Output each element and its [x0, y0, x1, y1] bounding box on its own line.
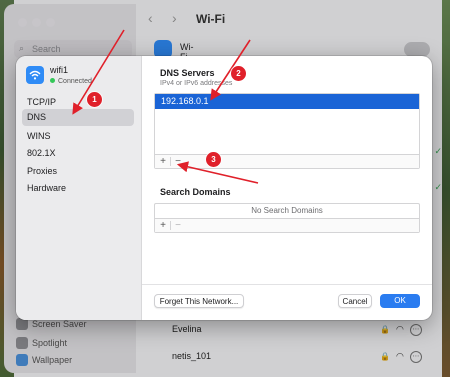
sidebar-item-dns[interactable]: DNS [22, 109, 134, 126]
search-domains-title: Search Domains [160, 187, 231, 197]
remove-dns-server-button[interactable]: − [171, 155, 185, 168]
dns-servers-title: DNS Servers [160, 68, 215, 78]
footer-divider [142, 284, 432, 285]
add-search-domain-button[interactable]: + [156, 219, 170, 232]
dialog-sidebar: wifi1 Connected TCP/IP DNS WINS 802.1X P… [16, 56, 142, 320]
connection-status: Connected [50, 78, 92, 85]
dns-list-footer: + − [155, 154, 419, 168]
cancel-button[interactable]: Cancel [338, 294, 372, 308]
dns-server-entry[interactable]: 192.168.0.1 [155, 94, 419, 109]
dns-servers-subtitle: IPv4 or IPv6 addresses [160, 80, 233, 87]
remove-search-domain-button[interactable]: − [171, 219, 185, 232]
search-domains-footer: + − [155, 218, 419, 232]
annotation-badge-3: 3 [206, 152, 221, 167]
sidebar-item-wins[interactable]: WINS [22, 128, 134, 145]
sidebar-item-hardware[interactable]: Hardware [22, 180, 134, 197]
network-details-dialog: wifi1 Connected TCP/IP DNS WINS 802.1X P… [16, 56, 432, 320]
no-search-domains-text: No Search Domains [251, 206, 323, 215]
connected-status-dot [50, 78, 55, 83]
sidebar-item-proxies[interactable]: Proxies [22, 163, 134, 180]
network-name: wifi1 [50, 65, 69, 75]
forget-network-button[interactable]: Forget This Network... [154, 294, 244, 308]
connection-status-text: Connected [58, 78, 92, 85]
search-domains-list: No Search Domains + − [154, 203, 420, 233]
annotation-badge-2: 2 [231, 66, 246, 81]
dns-servers-list: 192.168.0.1 + − [154, 93, 420, 169]
dialog-content: DNS Servers IPv4 or IPv6 addresses 192.1… [142, 56, 432, 320]
ok-button[interactable]: OK [380, 294, 420, 308]
annotation-badge-1: 1 [87, 92, 102, 107]
sidebar-item-8021x[interactable]: 802.1X [22, 145, 134, 162]
add-dns-server-button[interactable]: + [156, 155, 170, 168]
wifi-network-icon [26, 66, 44, 84]
network-header: wifi1 Connected [26, 64, 136, 92]
